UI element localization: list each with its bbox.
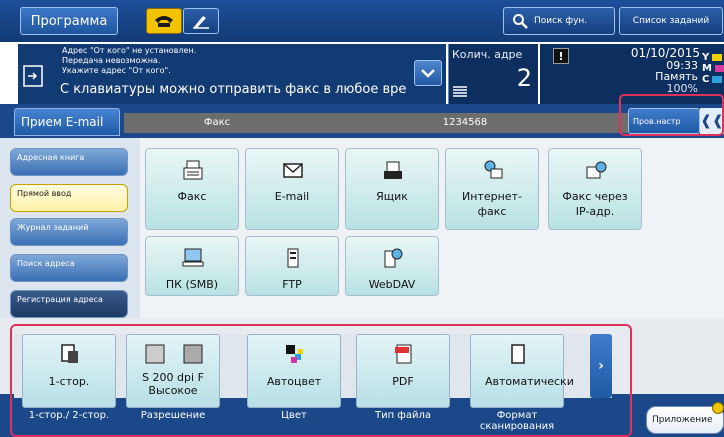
address-count-value: 2 (516, 64, 532, 92)
nav-direct-input[interactable]: Прямой ввод (10, 184, 128, 212)
dest-smb-label: ПК (SMB) (165, 278, 219, 291)
dest-ftp-label: FTP (282, 278, 302, 291)
function-search-button[interactable]: Поиск фун. (503, 7, 615, 35)
status-message: С клавиатуры можно отправить факс в любо… (60, 82, 407, 97)
search-icon (513, 14, 528, 29)
nav-address-registration[interactable]: Регистрация адреса (10, 290, 128, 318)
address-count-label: Колич. адре (452, 48, 523, 61)
nav-job-history[interactable]: Журнал заданий (10, 218, 128, 246)
nav-address-book[interactable]: Адресная книга (10, 148, 128, 176)
web-server-icon (384, 248, 403, 268)
dest-ip-fax-label: Факс через IP-адр. (562, 190, 628, 218)
expand-message-button[interactable] (414, 60, 442, 86)
phone-mode-button[interactable] (146, 8, 182, 34)
computer-icon (182, 248, 204, 267)
warning-icon[interactable]: ! (553, 48, 569, 64)
user-box-icon (384, 161, 402, 179)
program-button[interactable]: Программа (20, 7, 118, 35)
chevron-down-icon (421, 69, 435, 78)
dest-internet-fax-label: Интернет-факс (462, 190, 522, 218)
dest-internet-fax[interactable]: Интернет-факс (445, 148, 539, 230)
ink-yellow: Y (702, 52, 724, 63)
application-indicator (712, 402, 724, 414)
pen-icon (193, 16, 209, 29)
dest-fax-label: Факс (177, 190, 207, 203)
ink-cyan: C (702, 74, 724, 85)
dest-ip-fax[interactable]: Факс через IP-адр. (548, 148, 642, 230)
dest-webdav[interactable]: WebDAV (345, 236, 439, 296)
dest-smb[interactable]: ПК (SMB) (145, 236, 239, 296)
highlight-frame (619, 94, 724, 136)
fax-send-icon (22, 58, 46, 88)
dest-box-label: Ящик (376, 190, 408, 203)
dest-email[interactable]: E-mail (245, 148, 339, 230)
ip-fax-icon (586, 161, 607, 179)
phone-icon (155, 16, 173, 27)
list-icon[interactable] (452, 84, 468, 98)
ink-magenta: M (702, 63, 724, 74)
highlight-frame-bottom (10, 324, 632, 437)
date: 01/10/2015 (630, 46, 700, 60)
dest-email-label: E-mail (274, 190, 310, 203)
server-icon (287, 248, 299, 268)
dest-fax[interactable]: Факс (145, 148, 239, 230)
search-label: Поиск фун. (534, 16, 588, 26)
nav-address-search[interactable]: Поиск адреса (10, 254, 128, 282)
warning-text: Адрес "От кого" не установлен. Передача … (62, 46, 197, 75)
destination-type: Факс (203, 117, 231, 128)
envelope-icon (283, 163, 303, 178)
handwriting-mode-button[interactable] (183, 8, 219, 34)
dest-box[interactable]: Ящик (345, 148, 439, 230)
job-list-button[interactable]: Список заданий (619, 7, 723, 35)
destination-number: 1234568 (442, 117, 488, 128)
dest-webdav-label: WebDAV (368, 278, 416, 291)
email-receive-tab[interactable]: Прием E-mail (14, 108, 120, 136)
fax-icon (183, 160, 203, 180)
dest-ftp[interactable]: FTP (245, 236, 339, 296)
internet-fax-icon (484, 160, 503, 179)
